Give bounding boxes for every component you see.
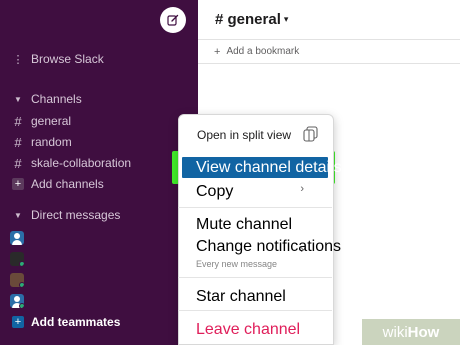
chevron-down-icon[interactable]: ▾ [284, 14, 289, 25]
bookmark-bar: + Add a bookmark [198, 40, 460, 64]
hash-icon: # [14, 134, 22, 150]
watermark-part2: How [407, 323, 440, 341]
plus-icon: + [12, 178, 24, 190]
watermark-part1: wiki [382, 323, 408, 341]
more-vertical-icon: ⋮ [12, 53, 24, 66]
menu-item-label: Open in split view [197, 128, 292, 142]
channel-title[interactable]: # general [215, 11, 281, 28]
hash-icon: # [14, 155, 22, 171]
section-title: Channels [31, 92, 82, 106]
sidebar-item-skale-collaboration[interactable]: # skale-collaboration [0, 153, 198, 173]
add-channels-label: Add channels [31, 177, 104, 191]
dm-item[interactable] [0, 270, 198, 290]
avatar [10, 294, 24, 308]
menu-item-view-channel-details[interactable]: View channel details [182, 157, 342, 178]
channel-name: skale-collaboration [31, 156, 132, 170]
caret-down-icon: ▼ [14, 210, 22, 220]
avatar [10, 273, 24, 287]
plus-icon: + [12, 316, 24, 328]
hash-icon: # [14, 113, 22, 129]
wikihow-watermark: wiki How [362, 319, 460, 345]
menu-item-label: View channel details [196, 158, 342, 176]
sidebar-item-random[interactable]: # random [0, 132, 198, 152]
dm-item[interactable] [0, 249, 198, 269]
sidebar-item-label: Browse Slack [31, 52, 104, 66]
channels-section-header[interactable]: ▼ Channels [0, 89, 198, 109]
add-channels-button[interactable]: + Add channels [0, 174, 198, 194]
sidebar-item-browse-slack[interactable]: ⋮ Browse Slack [0, 49, 198, 69]
dm-section-header[interactable]: ▼ Direct messages [0, 205, 198, 225]
split-view-icon [303, 126, 318, 142]
section-title: Direct messages [31, 208, 121, 222]
caret-down-icon: ▼ [14, 94, 22, 104]
avatar [10, 252, 24, 266]
compose-icon [167, 14, 179, 26]
sidebar: ⋮ Browse Slack ▼ Channels # general # ra… [0, 0, 198, 345]
add-teammates-button[interactable]: + Add teammates [0, 312, 198, 332]
channel-name: random [31, 135, 72, 149]
channel-header: # general ▾ [198, 0, 460, 40]
plus-icon: + [214, 45, 221, 58]
avatar [10, 231, 24, 245]
channel-name: general [31, 114, 72, 128]
dm-item[interactable] [0, 291, 198, 311]
compose-button[interactable] [160, 7, 186, 33]
sidebar-item-general[interactable]: # general [0, 111, 198, 131]
dm-item[interactable] [0, 228, 198, 248]
channel-context-menu: Open in split view [178, 114, 334, 345]
add-teammates-label: Add teammates [31, 315, 121, 329]
add-bookmark-link[interactable]: Add a bookmark [226, 46, 299, 57]
